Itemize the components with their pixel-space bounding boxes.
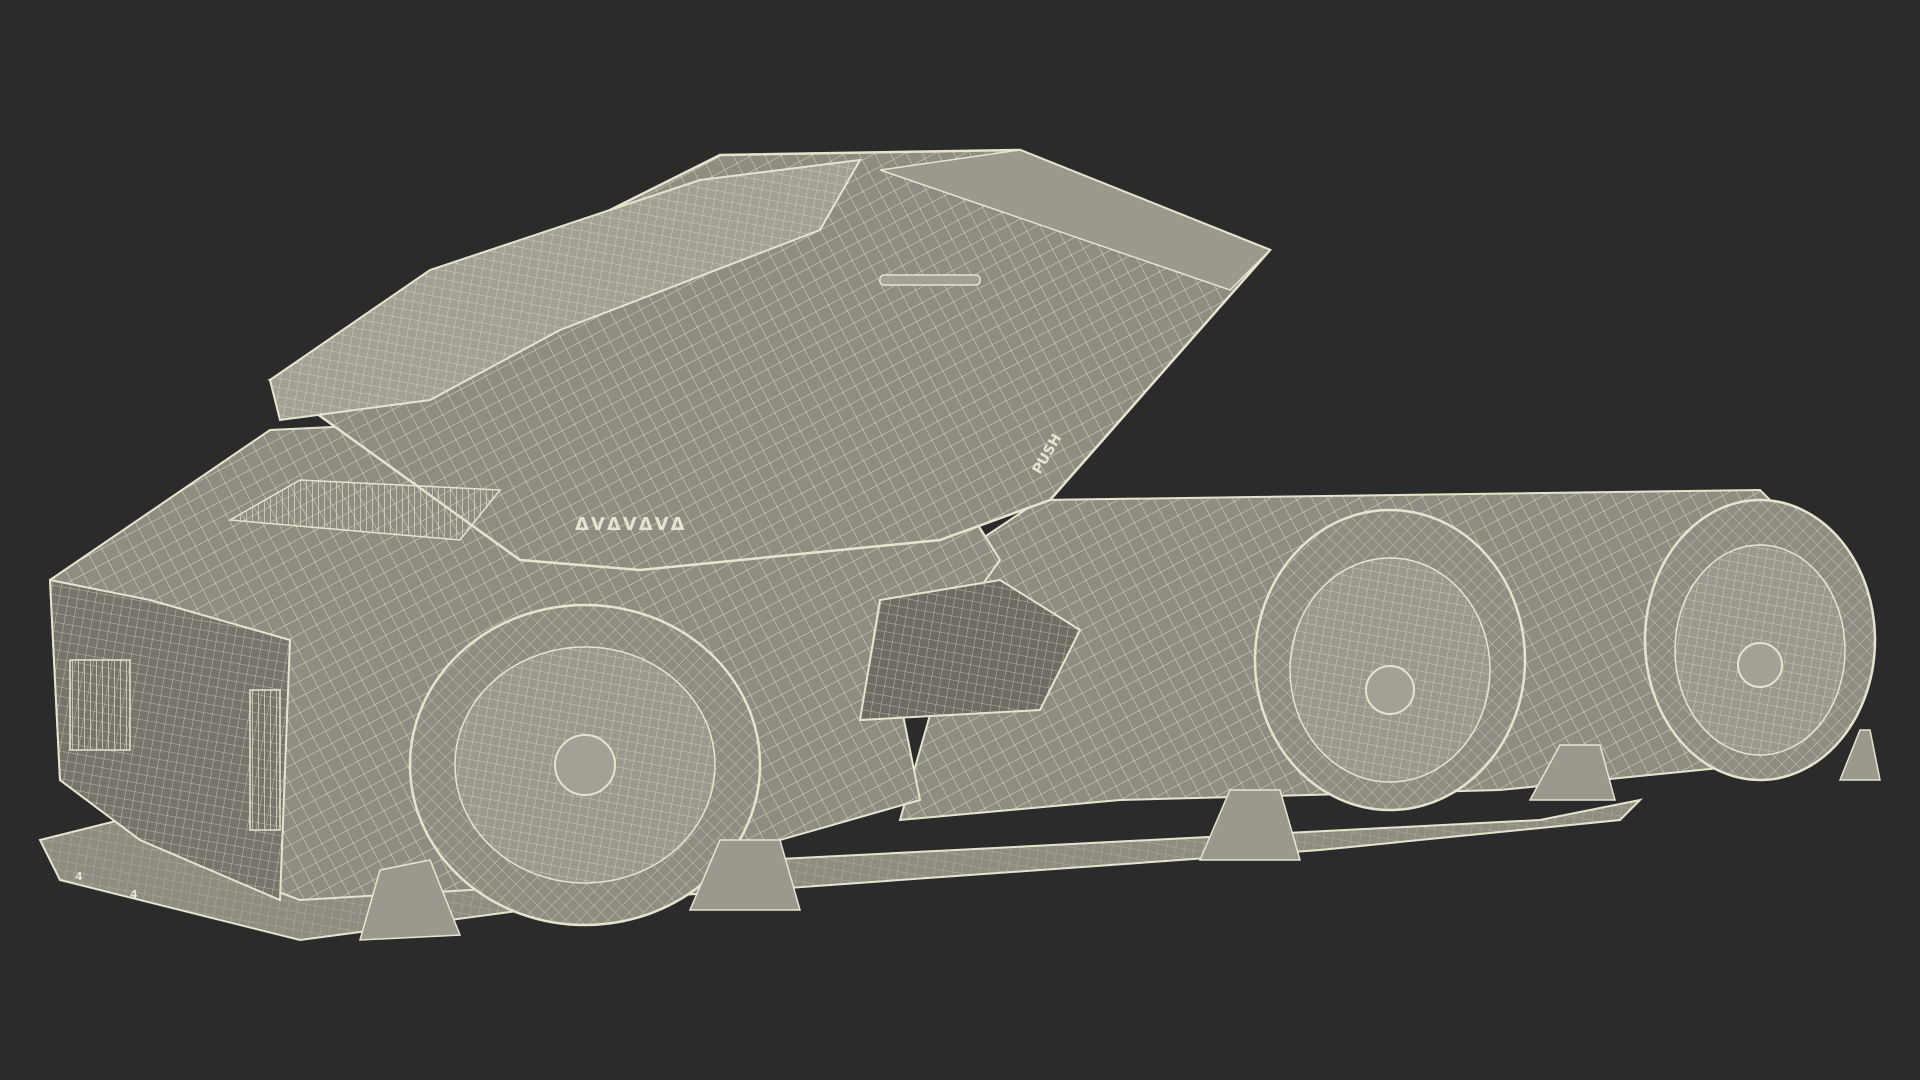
render-viewport: ΔVΔVΔVΔ PUSH 4 4: [0, 0, 1920, 1080]
vehicle-render: ΔVΔVΔVΔ PUSH 4 4: [38, 148, 1881, 942]
door-handle: [879, 274, 981, 286]
middle-wheel: [1253, 508, 1527, 812]
rear-wheel: [1643, 498, 1877, 782]
marker-decal-a: 4: [75, 870, 83, 883]
marker-decal-b: 4: [130, 888, 138, 901]
logo-decal: ΔVΔVΔVΔ: [575, 514, 687, 535]
